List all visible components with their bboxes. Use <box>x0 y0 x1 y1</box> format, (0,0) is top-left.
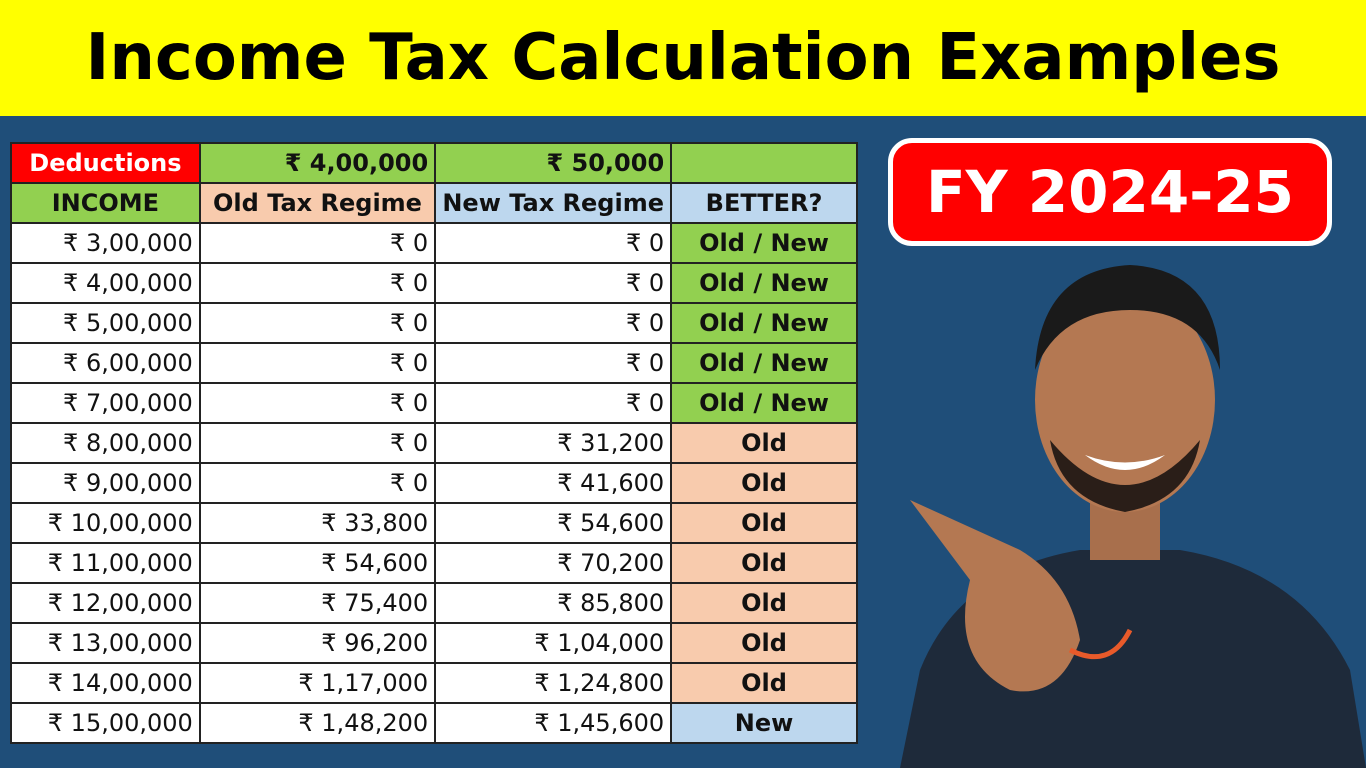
table-row: ₹ 5,00,000 ₹ 0 ₹ 0 Old / New <box>10 302 858 344</box>
header-old-regime: Old Tax Regime <box>198 182 437 224</box>
fy-label: FY 2024-25 <box>925 158 1295 226</box>
old-regime-tax-cell: ₹ 0 <box>198 262 437 304</box>
better-cell: Old <box>670 622 858 664</box>
income-cell: ₹ 11,00,000 <box>10 542 201 584</box>
presenter-photo <box>900 265 1366 768</box>
title-banner: Income Tax Calculation Examples <box>0 0 1366 116</box>
new-regime-tax-cell: ₹ 0 <box>434 302 673 344</box>
better-cell: Old <box>670 582 858 624</box>
better-cell: Old / New <box>670 342 858 384</box>
header-new-regime: New Tax Regime <box>434 182 673 224</box>
new-regime-tax-cell: ₹ 1,45,600 <box>434 702 673 744</box>
table-row: ₹ 12,00,000 ₹ 75,400 ₹ 85,800 Old <box>10 582 858 624</box>
new-regime-tax-cell: ₹ 54,600 <box>434 502 673 544</box>
deductions-label: Deductions <box>10 142 201 184</box>
income-cell: ₹ 10,00,000 <box>10 502 201 544</box>
better-cell: Old / New <box>670 382 858 424</box>
new-regime-tax-cell: ₹ 31,200 <box>434 422 673 464</box>
income-cell: ₹ 12,00,000 <box>10 582 201 624</box>
new-regime-tax-cell: ₹ 1,04,000 <box>434 622 673 664</box>
new-regime-tax-cell: ₹ 70,200 <box>434 542 673 584</box>
old-regime-tax-cell: ₹ 75,400 <box>198 582 437 624</box>
table-row: ₹ 9,00,000 ₹ 0 ₹ 41,600 Old <box>10 462 858 504</box>
old-regime-tax-cell: ₹ 96,200 <box>198 622 437 664</box>
income-cell: ₹ 5,00,000 <box>10 302 201 344</box>
better-cell: Old <box>670 662 858 704</box>
page-title: Income Tax Calculation Examples <box>85 21 1281 95</box>
new-deduction-value: ₹ 50,000 <box>434 142 673 184</box>
header-row: INCOME Old Tax Regime New Tax Regime BET… <box>10 182 858 224</box>
better-cell: Old / New <box>670 262 858 304</box>
table-row: ₹ 3,00,000 ₹ 0 ₹ 0 Old / New <box>10 222 858 264</box>
new-regime-tax-cell: ₹ 1,24,800 <box>434 662 673 704</box>
new-regime-tax-cell: ₹ 0 <box>434 262 673 304</box>
new-regime-tax-cell: ₹ 0 <box>434 222 673 264</box>
better-cell: New <box>670 702 858 744</box>
old-regime-tax-cell: ₹ 1,48,200 <box>198 702 437 744</box>
income-cell: ₹ 3,00,000 <box>10 222 201 264</box>
income-cell: ₹ 9,00,000 <box>10 462 201 504</box>
fy-badge: FY 2024-25 <box>888 138 1332 246</box>
new-regime-tax-cell: ₹ 0 <box>434 342 673 384</box>
old-regime-tax-cell: ₹ 0 <box>198 382 437 424</box>
table-row: ₹ 7,00,000 ₹ 0 ₹ 0 Old / New <box>10 382 858 424</box>
old-regime-tax-cell: ₹ 0 <box>198 462 437 504</box>
income-cell: ₹ 4,00,000 <box>10 262 201 304</box>
income-cell: ₹ 13,00,000 <box>10 622 201 664</box>
income-cell: ₹ 8,00,000 <box>10 422 201 464</box>
old-regime-tax-cell: ₹ 1,17,000 <box>198 662 437 704</box>
better-cell: Old <box>670 462 858 504</box>
table-row: ₹ 4,00,000 ₹ 0 ₹ 0 Old / New <box>10 262 858 304</box>
table-row: ₹ 10,00,000 ₹ 33,800 ₹ 54,600 Old <box>10 502 858 544</box>
table-row: ₹ 13,00,000 ₹ 96,200 ₹ 1,04,000 Old <box>10 622 858 664</box>
income-cell: ₹ 14,00,000 <box>10 662 201 704</box>
better-cell: Old / New <box>670 222 858 264</box>
income-cell: ₹ 15,00,000 <box>10 702 201 744</box>
old-deduction-value: ₹ 4,00,000 <box>198 142 437 184</box>
table-row: ₹ 6,00,000 ₹ 0 ₹ 0 Old / New <box>10 342 858 384</box>
old-regime-tax-cell: ₹ 54,600 <box>198 542 437 584</box>
header-income: INCOME <box>10 182 201 224</box>
better-cell: Old <box>670 502 858 544</box>
old-regime-tax-cell: ₹ 33,800 <box>198 502 437 544</box>
deductions-row: Deductions ₹ 4,00,000 ₹ 50,000 <box>10 142 858 184</box>
header-better: BETTER? <box>670 182 858 224</box>
better-cell: Old / New <box>670 302 858 344</box>
new-regime-tax-cell: ₹ 41,600 <box>434 462 673 504</box>
income-cell: ₹ 6,00,000 <box>10 342 201 384</box>
table-row: ₹ 11,00,000 ₹ 54,600 ₹ 70,200 Old <box>10 542 858 584</box>
new-regime-tax-cell: ₹ 85,800 <box>434 582 673 624</box>
table-row: ₹ 14,00,000 ₹ 1,17,000 ₹ 1,24,800 Old <box>10 662 858 704</box>
income-cell: ₹ 7,00,000 <box>10 382 201 424</box>
better-cell: Old <box>670 542 858 584</box>
tax-comparison-table: Deductions ₹ 4,00,000 ₹ 50,000 INCOME Ol… <box>10 142 858 744</box>
deductions-better-cell <box>670 142 858 184</box>
table-row: ₹ 8,00,000 ₹ 0 ₹ 31,200 Old <box>10 422 858 464</box>
old-regime-tax-cell: ₹ 0 <box>198 302 437 344</box>
old-regime-tax-cell: ₹ 0 <box>198 222 437 264</box>
table-row: ₹ 15,00,000 ₹ 1,48,200 ₹ 1,45,600 New <box>10 702 858 744</box>
old-regime-tax-cell: ₹ 0 <box>198 422 437 464</box>
better-cell: Old <box>670 422 858 464</box>
new-regime-tax-cell: ₹ 0 <box>434 382 673 424</box>
old-regime-tax-cell: ₹ 0 <box>198 342 437 384</box>
